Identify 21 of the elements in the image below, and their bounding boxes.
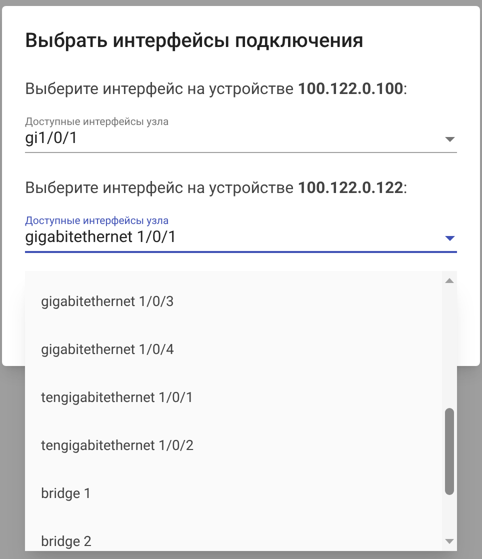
select-value: gigabitethernet 1/0/1	[25, 227, 177, 247]
scrollbar-thumb[interactable]	[445, 408, 454, 495]
prompt-text: Выберите интерфейс на устройстве 100.122.0.122:	[25, 177, 408, 199]
dropdown-option[interactable]: tengigabitethernet 1/0/1	[25, 374, 442, 422]
dropdown-option[interactable]: bridge 2	[25, 518, 442, 551]
dropdown-option[interactable]: bridge 1	[25, 470, 442, 518]
dropdown-option[interactable]: gigabitethernet 1/0/4	[25, 326, 442, 374]
dropdown-arrow-icon	[445, 137, 455, 142]
select-label: Доступные интерфейсы узла	[25, 215, 170, 227]
interface-select[interactable]: Доступные интерфейсы узла gigabitethernet 1/0/1	[25, 215, 457, 253]
select-label: Доступные интерфейсы узла	[25, 116, 169, 128]
prompt-text: Выберите интерфейс на устройстве 100.122.0.100:	[25, 78, 408, 100]
dialog-title: Выбрать интерфейсы подключения	[25, 27, 365, 54]
scrollbar[interactable]	[442, 271, 457, 551]
dropdown-option[interactable]: gigabitethernet 1/0/3	[25, 278, 442, 326]
scroll-up-icon[interactable]	[445, 278, 454, 283]
scroll-down-icon[interactable]	[445, 539, 454, 544]
interface-select[interactable]: Доступные интерфейсы узла gi1/0/1	[25, 116, 457, 153]
dropdown-arrow-icon	[445, 236, 455, 241]
dropdown-option[interactable]: tengigabitethernet 1/0/2	[25, 422, 442, 470]
select-value: gi1/0/1	[25, 128, 80, 148]
